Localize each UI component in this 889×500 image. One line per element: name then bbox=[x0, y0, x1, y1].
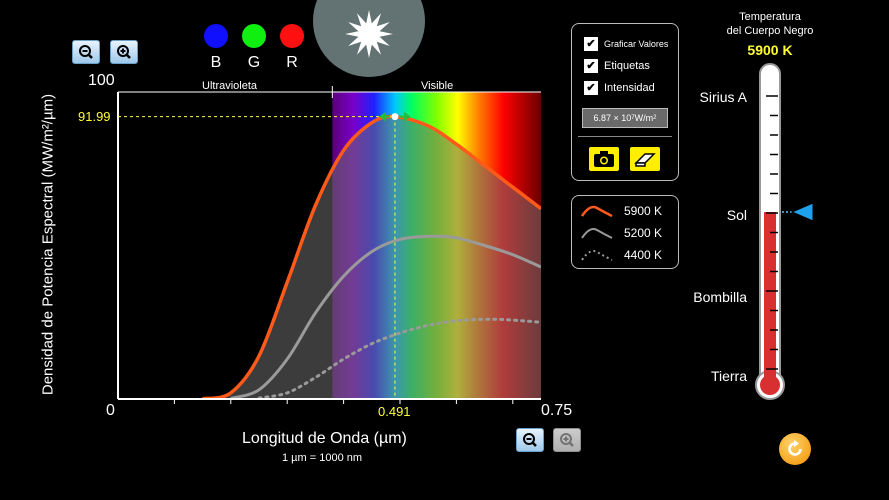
camera-icon bbox=[594, 151, 614, 167]
eraser-icon bbox=[634, 153, 656, 167]
save-curve-button[interactable] bbox=[589, 147, 619, 171]
thermo-mark-sun: Sol bbox=[726, 207, 747, 223]
temperature-title: Temperatura del Cuerpo Negro bbox=[726, 11, 814, 37]
reset-icon bbox=[788, 440, 802, 456]
curves-legend: 5900 K 5200 K 4400 K bbox=[571, 195, 679, 269]
zoom-in-icon bbox=[560, 433, 574, 447]
legend-line-swatch bbox=[580, 205, 613, 218]
legend-label: 5900 K bbox=[624, 204, 663, 218]
checkmark-icon: ✔ bbox=[584, 81, 598, 95]
y-axis-title: Densidad de Potencia Espectral (MW/m²/µm… bbox=[39, 93, 57, 396]
zoom-out-icon bbox=[523, 433, 537, 447]
legend-row-saved-2: 4400 K bbox=[580, 244, 678, 266]
checkmark-icon: ✔ bbox=[584, 37, 598, 51]
legend-row-current: 5900 K bbox=[580, 200, 678, 222]
peak-marker bbox=[391, 113, 399, 121]
clear-curves-button[interactable] bbox=[630, 147, 660, 171]
legend-label: 5200 K bbox=[624, 226, 663, 240]
thermo-mark-sirius: Sirius A bbox=[699, 89, 747, 105]
labels-label: Etiquetas bbox=[604, 60, 650, 72]
x-zoom-out-button[interactable] bbox=[516, 428, 544, 452]
thermometer-bulb bbox=[760, 375, 780, 395]
checkmark-icon: ✔ bbox=[584, 59, 598, 73]
y-axis-min-label: 0 bbox=[106, 402, 115, 419]
thermo-mark-earth: Tierra bbox=[710, 368, 747, 384]
intensity-checkbox[interactable]: ✔ Intensidad bbox=[584, 77, 678, 99]
thermo-mark-bulb: Bombilla bbox=[693, 289, 747, 305]
x-peak-label: 0.491 bbox=[378, 404, 411, 419]
graph-values-label: Graficar Valores bbox=[604, 39, 669, 49]
graph-values-checkbox[interactable]: ✔ Graficar Valores bbox=[584, 33, 678, 55]
peak-value-label: 91.99 bbox=[78, 109, 111, 124]
x-axis-subtitle: 1 µm = 1000 nm bbox=[282, 452, 363, 464]
x-axis-max-label: 0.75 bbox=[541, 402, 573, 419]
legend-label: 4400 K bbox=[624, 248, 663, 262]
visible-band-label: Visible bbox=[421, 80, 454, 92]
thermometer bbox=[755, 63, 814, 400]
y-axis-max-label: 100 bbox=[88, 72, 115, 89]
x-zoom-in-button[interactable] bbox=[553, 428, 581, 452]
labels-checkbox[interactable]: ✔ Etiquetas bbox=[584, 55, 678, 77]
intensity-readout: 6.87 × 10 7 W/m 2 bbox=[582, 108, 668, 128]
legend-row-saved: 5200 K bbox=[580, 222, 678, 244]
legend-line-swatch bbox=[581, 228, 613, 239]
intensity-label: Intensidad bbox=[604, 82, 655, 94]
temperature-value: 5900 K bbox=[747, 42, 793, 58]
reset-all-button[interactable] bbox=[779, 433, 811, 465]
x-axis-title: Longitud de Onda (µm) bbox=[242, 430, 407, 447]
temperature-slider-handle[interactable] bbox=[790, 202, 814, 222]
legend-line-swatch bbox=[581, 250, 613, 261]
options-panel: ✔ Graficar Valores ✔ Etiquetas ✔ Intensi… bbox=[571, 23, 679, 181]
ultraviolet-band-label: Ultravioleta bbox=[202, 80, 258, 92]
